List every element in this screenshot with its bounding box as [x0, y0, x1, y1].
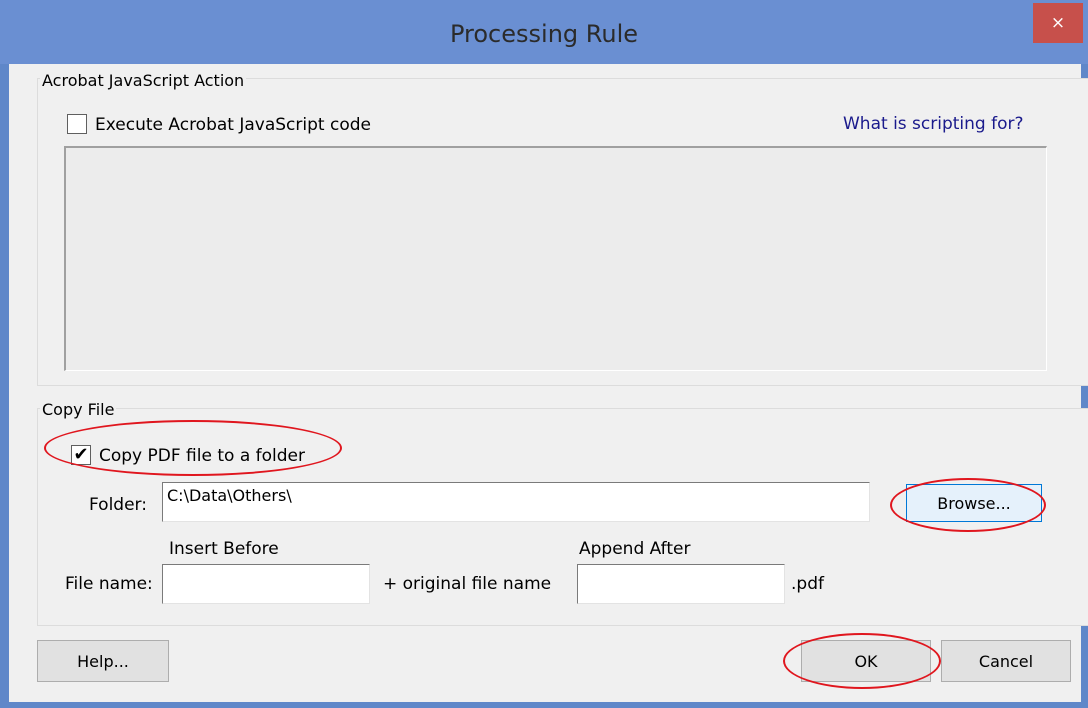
js-action-group-label: Acrobat JavaScript Action [40, 71, 247, 90]
title-bar[interactable]: Processing Rule × [0, 0, 1088, 64]
copy-pdf-label[interactable]: Copy PDF file to a folder [99, 446, 305, 466]
append-after-label: Append After [579, 539, 691, 559]
copy-pdf-checkbox[interactable]: ✔ [71, 445, 91, 465]
execute-js-checkbox[interactable] [67, 114, 87, 134]
folder-label: Folder: [89, 495, 147, 515]
folder-input[interactable] [162, 482, 870, 522]
close-button[interactable]: × [1033, 3, 1083, 43]
what-is-scripting-link[interactable]: What is scripting for? [843, 114, 1024, 134]
ok-button[interactable]: OK [801, 640, 931, 682]
close-icon: × [1050, 13, 1066, 33]
file-name-label: File name: [65, 574, 153, 594]
dialog-client: Acrobat JavaScript Action Execute Acroba… [9, 64, 1088, 702]
execute-js-label[interactable]: Execute Acrobat JavaScript code [95, 115, 371, 135]
insert-before-label: Insert Before [169, 539, 279, 559]
js-code-editor[interactable] [64, 146, 1047, 371]
cancel-button[interactable]: Cancel [941, 640, 1071, 682]
original-file-name-text: + original file name [383, 574, 552, 594]
insert-before-input[interactable] [162, 564, 370, 604]
pdf-extension-text: .pdf [791, 574, 824, 594]
help-button[interactable]: Help... [37, 640, 169, 682]
copy-file-group-label: Copy File [40, 400, 117, 419]
checkmark-icon: ✔ [73, 444, 89, 465]
append-after-input[interactable] [577, 564, 785, 604]
browse-button[interactable]: Browse... [906, 484, 1042, 522]
window-title: Processing Rule [449, 20, 639, 48]
